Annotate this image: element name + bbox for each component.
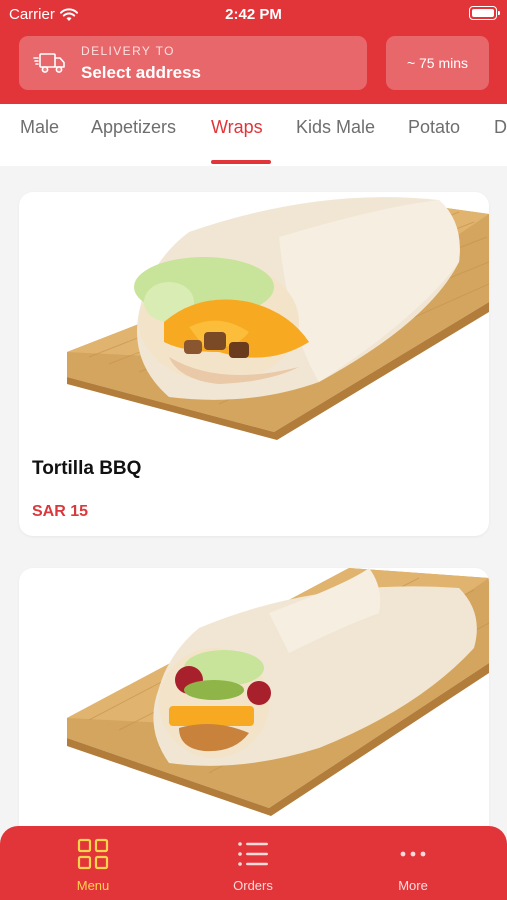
category-tabs: Male Appetizers Wraps Kids Male Potato D [0, 104, 507, 166]
tab-potato[interactable]: Potato [408, 117, 460, 138]
tortilla-bbq-image [67, 197, 489, 440]
nav-orders-label: Orders [233, 878, 273, 893]
status-time: 2:42 PM [225, 6, 282, 23]
delivery-address-button[interactable]: DELIVERY TO Select address [19, 36, 367, 90]
item-price: SAR 15 [32, 503, 89, 520]
item-name: Tortilla BBQ [32, 458, 142, 479]
more-dots-icon [400, 851, 426, 857]
list-icon [238, 842, 268, 866]
address-value: Select address [81, 63, 202, 82]
delivery-to-label: DELIVERY TO [81, 44, 175, 58]
tab-partial[interactable]: D [494, 117, 507, 138]
tab-male[interactable]: Male [20, 117, 59, 138]
nav-orders[interactable]: Orders [203, 836, 303, 893]
tab-kids-male[interactable]: Kids Male [296, 117, 375, 138]
active-tab-indicator [211, 160, 271, 164]
nav-menu[interactable]: Menu [43, 836, 143, 893]
tab-appetizers[interactable]: Appetizers [91, 117, 176, 138]
nav-more-label: More [398, 878, 428, 893]
chicken-wrap-image [67, 568, 489, 816]
grid-icon [77, 838, 109, 870]
menu-item-card[interactable]: Tortilla BBQ SAR 15 [19, 192, 489, 536]
delivery-truck-icon [33, 53, 65, 73]
nav-more[interactable]: More [363, 836, 463, 893]
battery-icon [469, 6, 500, 20]
bottom-navigation: Menu Orders More [0, 826, 507, 900]
status-bar: Carrier 2:42 PM [0, 0, 507, 28]
app-header: Carrier 2:42 PM DELIVERY TO Select addre… [0, 0, 507, 104]
tab-wraps[interactable]: Wraps [211, 117, 263, 138]
delivery-eta-badge[interactable]: ~ 75 mins [386, 36, 489, 90]
nav-menu-label: Menu [76, 878, 110, 893]
menu-items-list: Tortilla BBQ SAR 15 [0, 166, 507, 900]
